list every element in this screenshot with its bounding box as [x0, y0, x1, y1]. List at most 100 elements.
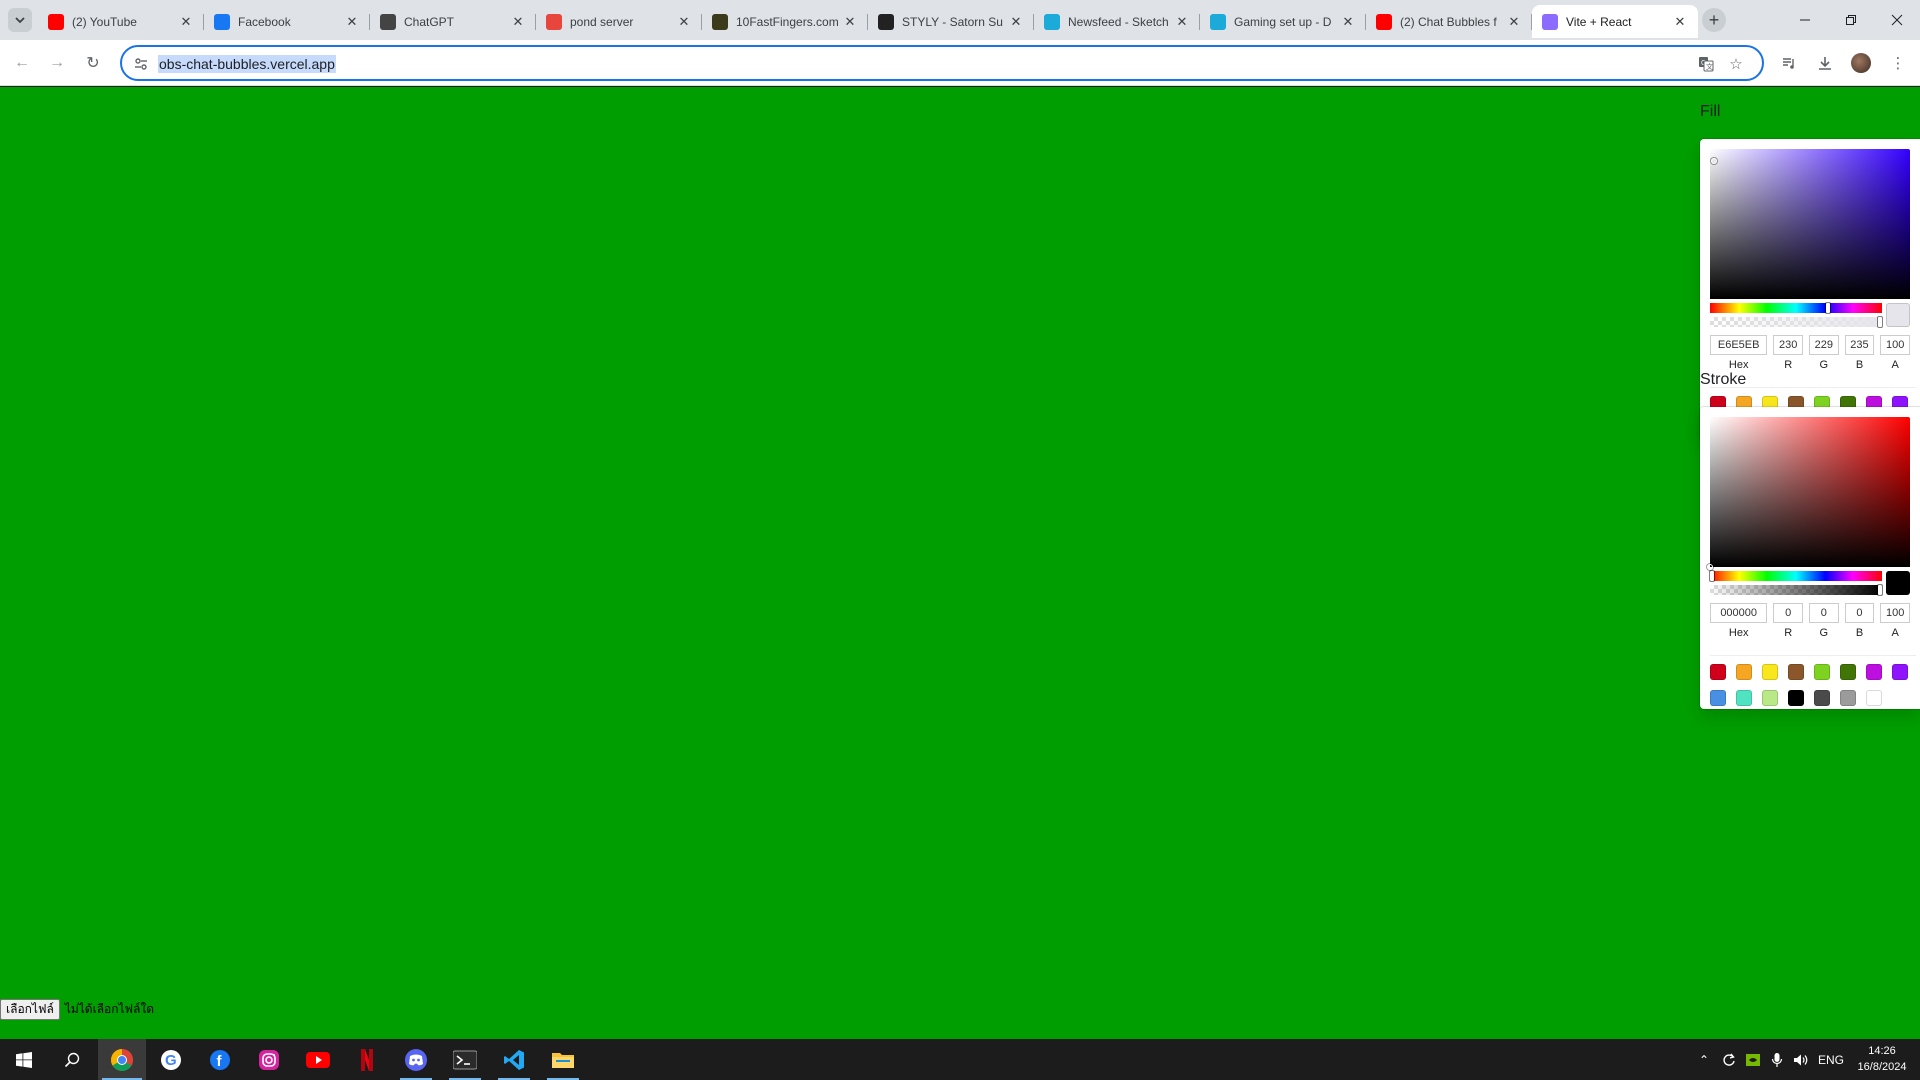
browser-tab[interactable]: 10FastFingers.com ✕	[702, 5, 868, 38]
taskbar-youtube[interactable]	[294, 1039, 342, 1080]
close-tab-icon[interactable]: ✕	[1340, 14, 1356, 30]
fill-saturation-area[interactable]	[1710, 149, 1910, 299]
close-tab-icon[interactable]: ✕	[178, 14, 194, 30]
close-tab-icon[interactable]: ✕	[1506, 14, 1522, 30]
stroke-preset-swatch[interactable]	[1866, 664, 1882, 680]
fill-saturation-cursor[interactable]	[1711, 158, 1717, 164]
stroke-alpha-slider[interactable]	[1710, 585, 1882, 595]
site-info-button[interactable]	[132, 55, 150, 73]
profile-avatar[interactable]	[1851, 53, 1871, 73]
browser-tab[interactable]: Gaming set up - D ✕	[1200, 5, 1366, 38]
stroke-preset-swatch[interactable]	[1840, 690, 1856, 706]
stroke-a-input[interactable]	[1880, 603, 1910, 623]
tab-search-button[interactable]	[8, 8, 32, 32]
fill-r-input[interactable]	[1773, 335, 1803, 355]
hex-label: Hex	[1728, 627, 1749, 639]
fill-g-input[interactable]	[1809, 335, 1839, 355]
vite-icon	[1542, 13, 1558, 30]
tray-nvidia-icon[interactable]	[1742, 1039, 1764, 1080]
stroke-alpha-thumb[interactable]	[1878, 585, 1882, 595]
stroke-g-input[interactable]	[1809, 603, 1839, 623]
stroke-preset-swatch[interactable]	[1814, 690, 1830, 706]
url-text[interactable]: obs-chat-bubbles.vercel.app	[158, 55, 336, 73]
stroke-hex-input[interactable]	[1710, 603, 1768, 623]
close-tab-icon[interactable]: ✕	[1672, 14, 1688, 30]
taskbar-search-button[interactable]	[48, 1039, 96, 1080]
fill-a-input[interactable]	[1880, 335, 1910, 355]
facebook-icon: f	[210, 1049, 230, 1070]
new-tab-button[interactable]: +	[1702, 8, 1726, 32]
browser-tab[interactable]: ChatGPT ✕	[370, 5, 536, 38]
tray-sync-icon[interactable]	[1718, 1039, 1740, 1080]
browser-tab[interactable]: Facebook ✕	[204, 5, 370, 38]
minimize-button[interactable]	[1782, 0, 1828, 40]
fill-hue-thumb[interactable]	[1825, 303, 1830, 313]
forward-button[interactable]: →	[45, 51, 69, 75]
tray-microphone-icon[interactable]	[1766, 1039, 1788, 1080]
stroke-preset-swatch[interactable]	[1788, 664, 1804, 680]
translate-icon[interactable]: G文	[1696, 54, 1716, 74]
taskbar-instagram[interactable]	[245, 1039, 293, 1080]
sketchfab-icon	[1044, 13, 1060, 30]
browser-tab[interactable]: (2) Chat Bubbles f ✕	[1366, 5, 1532, 38]
arrow-left-icon: ←	[14, 54, 30, 71]
taskbar-google[interactable]: G	[147, 1039, 195, 1080]
media-control-icon[interactable]	[1777, 51, 1801, 75]
choose-file-button[interactable]: เลือกไฟล์	[0, 999, 60, 1020]
tray-overflow-button[interactable]: ⌃	[1694, 1039, 1714, 1080]
stroke-preset-swatch[interactable]	[1866, 690, 1882, 706]
tray-volume-icon[interactable]	[1790, 1039, 1812, 1080]
browser-tab[interactable]: Newsfeed - Sketch ✕	[1034, 5, 1200, 38]
taskbar-file-explorer[interactable]	[539, 1039, 587, 1080]
taskbar-chrome[interactable]	[98, 1039, 146, 1080]
stroke-r-input[interactable]	[1773, 603, 1803, 623]
bookmark-star-icon[interactable]: ☆	[1726, 54, 1746, 74]
fill-b-input[interactable]	[1844, 335, 1875, 355]
address-bar[interactable]: obs-chat-bubbles.vercel.app G文 ☆	[120, 45, 1764, 81]
stroke-preset-swatch[interactable]	[1788, 690, 1804, 706]
close-tab-icon[interactable]: ✕	[510, 14, 526, 30]
restore-button[interactable]	[1828, 0, 1874, 40]
stroke-preset-swatch[interactable]	[1736, 690, 1752, 706]
tab-title: Vite + React	[1566, 14, 1632, 29]
stroke-preset-swatch[interactable]	[1762, 664, 1778, 680]
close-tab-icon[interactable]: ✕	[1008, 14, 1024, 30]
browser-tab[interactable]: (2) YouTube ✕	[38, 5, 204, 38]
stroke-preset-swatch[interactable]	[1710, 664, 1726, 680]
stroke-preset-swatch[interactable]	[1710, 690, 1726, 706]
download-icon[interactable]	[1813, 51, 1837, 75]
stroke-preset-swatch[interactable]	[1814, 664, 1830, 680]
fill-hex-input[interactable]	[1710, 335, 1768, 355]
close-tab-icon[interactable]: ✕	[1174, 14, 1190, 30]
taskbar-discord[interactable]	[392, 1039, 440, 1080]
back-button[interactable]: ←	[10, 51, 34, 75]
close-tab-icon[interactable]: ✕	[344, 14, 360, 30]
stroke-hue-thumb[interactable]	[1710, 571, 1714, 581]
close-tab-icon[interactable]: ✕	[842, 14, 858, 30]
browser-tab[interactable]: STYLY - Satorn Su ✕	[868, 5, 1034, 38]
stroke-preset-swatch[interactable]	[1892, 664, 1908, 680]
start-button[interactable]	[0, 1039, 48, 1080]
close-tab-icon[interactable]: ✕	[676, 14, 692, 30]
stroke-preset-swatch[interactable]	[1840, 664, 1856, 680]
fill-alpha-thumb[interactable]	[1878, 317, 1882, 327]
fill-alpha-slider[interactable]	[1710, 317, 1882, 327]
taskbar-vscode[interactable]	[490, 1039, 538, 1080]
reload-button[interactable]: ↻	[81, 51, 105, 75]
taskbar-facebook[interactable]: f	[196, 1039, 244, 1080]
taskbar-netflix[interactable]	[343, 1039, 391, 1080]
taskbar-terminal[interactable]	[441, 1039, 489, 1080]
stroke-hue-slider[interactable]	[1710, 571, 1882, 581]
tray-language[interactable]: ENG	[1814, 1039, 1848, 1080]
stroke-preset-swatch[interactable]	[1762, 690, 1778, 706]
stroke-saturation-area[interactable]	[1707, 417, 1910, 570]
fill-hue-slider[interactable]	[1710, 303, 1882, 313]
stroke-preset-swatch[interactable]	[1736, 664, 1752, 680]
browser-tab[interactable]: Vite + React ✕	[1532, 5, 1698, 38]
stroke-saturation-cursor[interactable]	[1707, 564, 1713, 570]
taskbar-clock[interactable]: 14:26 16/8/2024	[1852, 1043, 1912, 1075]
close-window-button[interactable]	[1874, 0, 1920, 40]
stroke-b-input[interactable]	[1844, 603, 1875, 623]
browser-tab[interactable]: pond server ✕	[536, 5, 702, 38]
more-menu-icon[interactable]: ⋮	[1886, 51, 1910, 75]
